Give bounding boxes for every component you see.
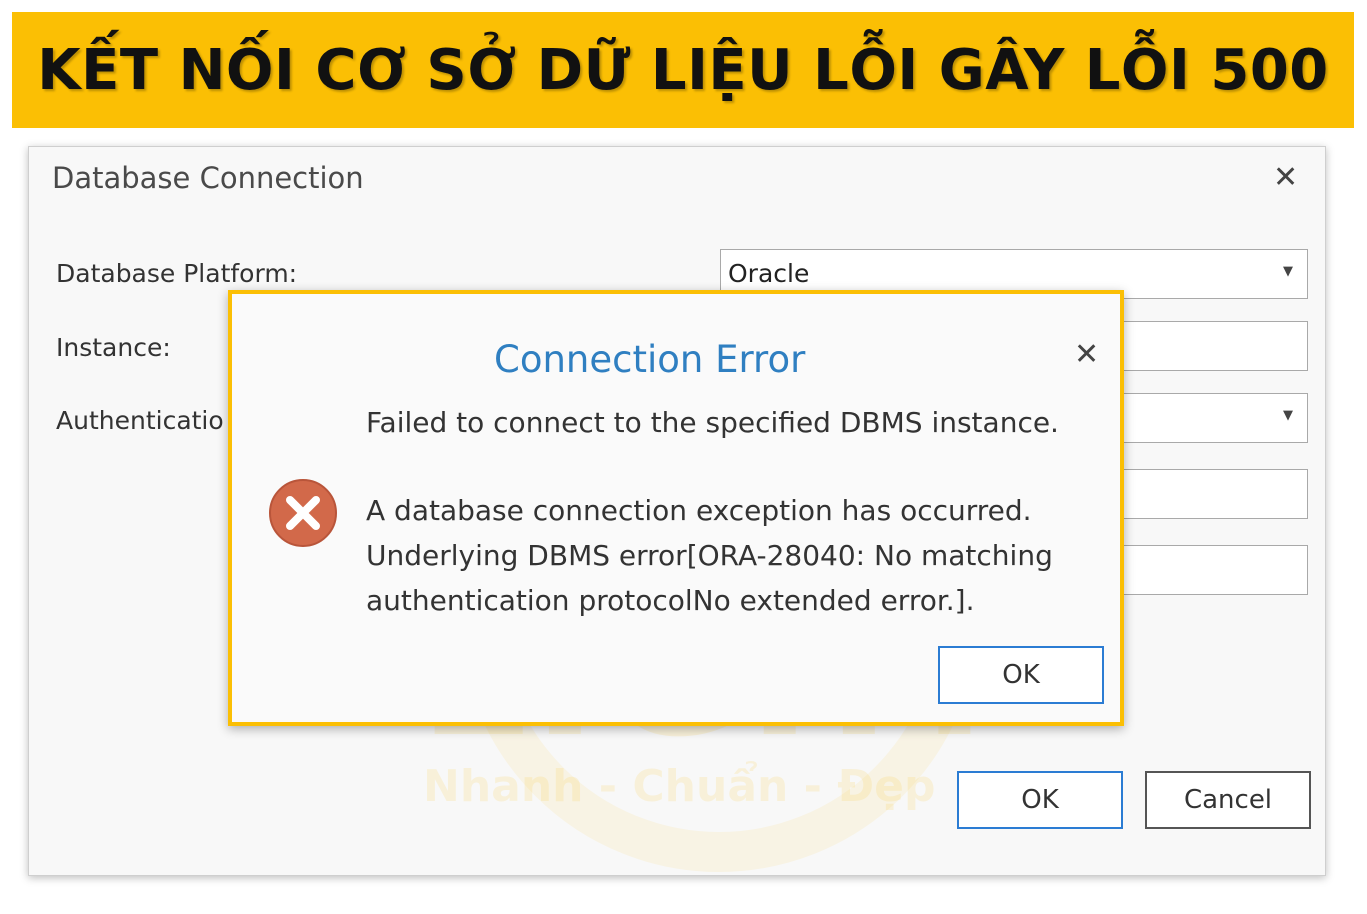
error-message-detail-3: authentication protocolNo extended error…	[366, 584, 975, 617]
ok-button[interactable]: OK	[957, 771, 1123, 829]
platform-label: Database Platform:	[56, 259, 298, 288]
dialog-title: Database Connection	[52, 161, 364, 195]
chevron-down-icon: ▼	[1283, 264, 1293, 279]
title-banner: KẾT NỐI CƠ SỞ DỮ LIỆU LỖI GÂY LỖI 500	[12, 12, 1354, 128]
instance-label: Instance:	[56, 333, 171, 362]
close-icon[interactable]: ✕	[1273, 163, 1298, 193]
error-message-summary: Failed to connect to the specified DBMS …	[366, 406, 1059, 439]
authentication-label: Authenticatio	[56, 406, 224, 435]
connection-error-dialog: Connection Error ✕ Failed to connect to …	[228, 290, 1124, 726]
error-message-detail-1: A database connection exception has occu…	[366, 494, 1032, 527]
cancel-button[interactable]: Cancel	[1145, 771, 1311, 829]
error-title: Connection Error	[494, 338, 806, 381]
chevron-down-icon: ▼	[1283, 408, 1293, 423]
close-icon[interactable]: ✕	[1074, 340, 1099, 370]
error-message-detail-2: Underlying DBMS error[ORA-28040: No matc…	[366, 539, 1053, 572]
error-ok-button[interactable]: OK	[938, 646, 1104, 704]
platform-value: Oracle	[728, 259, 810, 288]
watermark-tagline: Nhanh - Chuẩn - Đẹp	[423, 761, 936, 812]
error-icon	[269, 479, 337, 547]
banner-title: KẾT NỐI CƠ SỞ DỮ LIỆU LỖI GÂY LỖI 500	[37, 37, 1329, 103]
